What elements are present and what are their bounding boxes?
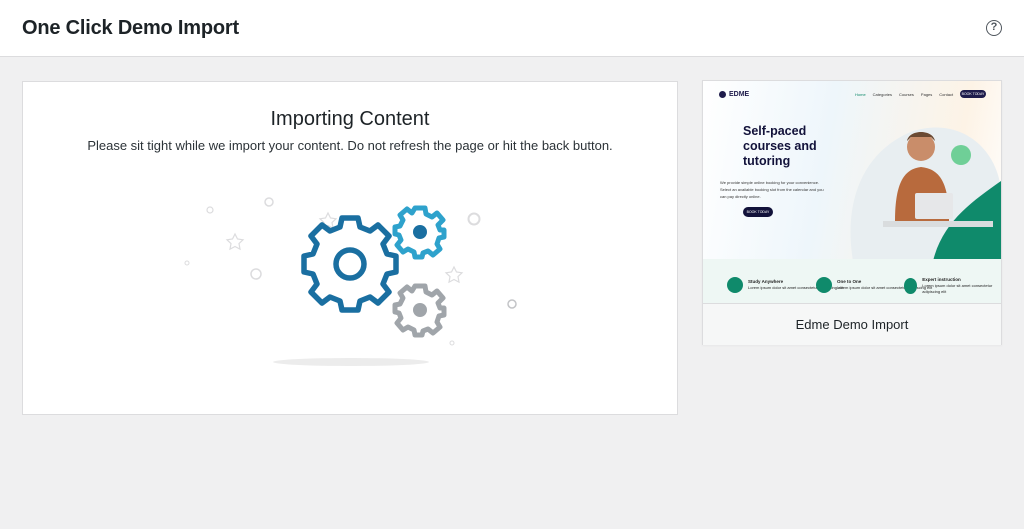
demo-preview-image: EDME Home Categories Courses Pages Conta… xyxy=(703,81,1001,303)
location-icon xyxy=(727,277,743,293)
page-title: One Click Demo Import xyxy=(22,17,239,39)
preview-nav-button: BOOK TODAY xyxy=(960,90,986,98)
top-bar: One Click Demo Import ? xyxy=(0,0,1024,57)
import-panel: Importing Content Please sit tight while… xyxy=(22,81,678,415)
chat-icon xyxy=(904,278,918,294)
demo-card-footer: Edme Demo Import xyxy=(703,303,1001,345)
preview-hero-text: We provide simple online booking for you… xyxy=(720,180,824,199)
help-icon[interactable]: ? xyxy=(986,20,1002,36)
preview-hero-title: Self-paced courses and tutoring xyxy=(743,124,817,168)
demo-card-edme[interactable]: EDME Home Categories Courses Pages Conta… xyxy=(702,80,1002,345)
preview-logo: EDME xyxy=(719,91,749,98)
preview-hero-button: BOOK TODAY xyxy=(743,207,773,217)
users-icon xyxy=(816,277,832,293)
import-heading: Importing Content xyxy=(270,108,430,130)
preview-feature: Expert instruction Lorem ipsum dolor sit … xyxy=(904,277,1001,295)
import-message: Please sit tight while we import your co… xyxy=(87,138,613,153)
gears-icon xyxy=(184,197,517,366)
demo-name: Edme Demo Import xyxy=(795,317,909,332)
preview-nav: Home Categories Courses Pages Contact xyxy=(855,92,954,97)
